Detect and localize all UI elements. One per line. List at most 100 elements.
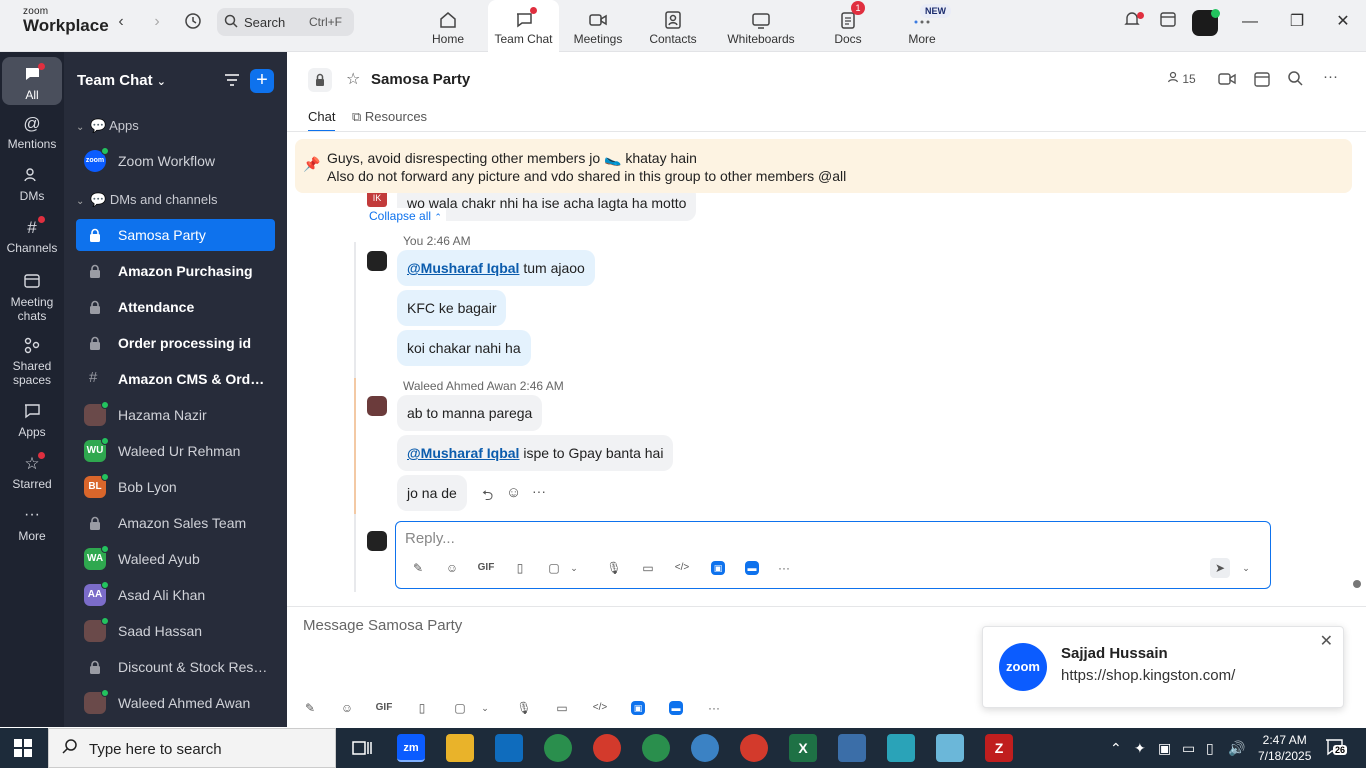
profile-avatar[interactable] [1190, 9, 1220, 36]
format-icon[interactable]: ✎ [300, 698, 320, 718]
filter-icon[interactable] [222, 70, 244, 92]
channel-item[interactable]: # Amazon CMS & Order... [76, 363, 275, 395]
send-icon[interactable]: ➤ [1210, 558, 1230, 578]
calendar-icon[interactable] [1253, 70, 1271, 93]
rail-mentions[interactable]: @ Mentions [2, 114, 62, 151]
emoji-react-icon[interactable]: ☺ [506, 484, 521, 501]
search-input[interactable]: Search Ctrl+F [217, 8, 354, 36]
chrome-icon[interactable] [740, 734, 768, 762]
battery-icon[interactable]: ▭ [1182, 740, 1195, 757]
channel-item[interactable]: WA Waleed Ayub [76, 543, 275, 575]
network-icon[interactable]: ▯ [1206, 740, 1214, 757]
channel-item[interactable]: Waleed Ahmed Awan [76, 687, 275, 719]
tray-security-icon[interactable]: ▣ [1158, 740, 1171, 757]
apps-section-header[interactable]: ⌄ 💬 Apps [76, 118, 139, 134]
chat-app-icon[interactable]: ▬ [669, 701, 683, 715]
code-icon[interactable]: </> [672, 558, 692, 578]
rail-apps[interactable]: Apps [2, 402, 62, 439]
taskbar-search-input[interactable]: Type here to search [48, 728, 336, 768]
gif-icon[interactable]: GIF [374, 698, 394, 718]
reply-input[interactable]: Reply... ✎ ☺ GIF ▯ ▢ ⌄ 🎙 ▭ </> ▣ ▬ ··· ➤… [395, 521, 1271, 589]
message-bubble[interactable]: jo na de [397, 475, 467, 511]
gif-icon[interactable]: GIF [476, 558, 496, 578]
rail-shared-spaces[interactable]: Shared spaces [2, 336, 62, 387]
dms-section-header[interactable]: ⌄ 💬 DMs and channels [76, 192, 217, 208]
zoom-app-icon[interactable]: zm [397, 734, 425, 762]
channel-item[interactable]: WU Waleed Ur Rehman [76, 435, 275, 467]
message-bubble[interactable]: @Musharaf Iqbal ispe to Gpay banta hai [397, 435, 674, 471]
notepad-icon[interactable] [936, 734, 964, 762]
clock[interactable]: 2:47 AM 7/18/2025 [1258, 732, 1311, 764]
outlook-icon[interactable] [495, 734, 523, 762]
notification-bell-icon[interactable] [1117, 10, 1147, 34]
rail-meeting-chats[interactable]: Meeting chats [2, 272, 62, 323]
avatar[interactable] [367, 251, 387, 271]
file-icon[interactable]: ▯ [510, 558, 530, 578]
channel-item[interactable]: Attendance [76, 291, 275, 323]
scroll-indicator[interactable] [1353, 580, 1361, 588]
close-button[interactable]: ✕ [1328, 10, 1358, 34]
chrome-icon[interactable] [642, 734, 670, 762]
notifications-icon[interactable]: 26 [1324, 737, 1348, 760]
chat-app-icon[interactable]: ▬ [745, 561, 759, 575]
tab-resources[interactable]: ⧉ Resources [352, 109, 427, 125]
task-view-icon[interactable] [348, 734, 376, 762]
calculator-icon[interactable] [838, 734, 866, 762]
tab-docs[interactable]: 1 Docs [818, 0, 878, 52]
chrome-icon[interactable] [544, 734, 572, 762]
tab-home[interactable]: Home [418, 0, 478, 52]
pinned-message[interactable]: 📌 Guys, avoid disrespecting other member… [295, 139, 1352, 193]
avatar[interactable] [367, 396, 387, 416]
chevron-up-icon[interactable]: ⌃ [1110, 740, 1122, 757]
more-actions-icon[interactable]: ··· [532, 483, 546, 499]
more-options-icon[interactable]: ··· [1323, 68, 1338, 85]
screenshot-icon[interactable]: ▢ [450, 698, 470, 718]
more-tools-icon[interactable]: ··· [704, 698, 724, 718]
mention-link[interactable]: @Musharaf Iqbal [407, 260, 519, 276]
chevron-down-icon[interactable]: ⌄ [475, 698, 495, 718]
file-explorer-icon[interactable] [446, 734, 474, 762]
rail-dms[interactable]: DMs [2, 166, 62, 203]
tab-meetings[interactable]: Meetings [568, 0, 628, 52]
star-icon[interactable]: ☆ [346, 69, 360, 89]
channel-item[interactable]: Amazon Purchasing [76, 255, 275, 287]
mention-link[interactable]: @Musharaf Iqbal [407, 445, 519, 461]
video-message-icon[interactable]: ▭ [638, 558, 658, 578]
channel-item[interactable]: AA Asad Ali Khan [76, 579, 275, 611]
more-tools-icon[interactable]: ··· [774, 558, 794, 578]
rail-all[interactable]: All [2, 57, 62, 105]
team-chat-header[interactable]: Team Chat ⌄ [77, 72, 166, 89]
members-button[interactable]: 15 [1167, 71, 1196, 86]
channel-item[interactable]: Saad Hassan [76, 615, 275, 647]
message-bubble[interactable]: KFC ke bagair [397, 290, 507, 326]
microphone-icon[interactable]: 🎙 [604, 558, 624, 578]
message-bubble[interactable]: koi chakar nahi ha [397, 330, 531, 366]
channel-item[interactable]: Discount & Stock Reser... [76, 651, 275, 683]
tab-chat[interactable]: Chat [308, 109, 336, 132]
collapse-all-link[interactable]: Collapse all ⌃ [365, 208, 446, 224]
channel-item[interactable]: Samosa Party [76, 219, 275, 251]
screenshot-icon[interactable]: ▢ [544, 558, 564, 578]
rail-channels[interactable]: # Channels [2, 216, 62, 255]
file-icon[interactable]: ▯ [412, 698, 432, 718]
minimize-button[interactable]: — [1235, 10, 1265, 34]
format-icon[interactable]: ✎ [408, 558, 428, 578]
video-call-icon[interactable] [1218, 71, 1236, 92]
app-item-zoom-workflow[interactable]: zoom Zoom Workflow [76, 145, 275, 177]
tab-more[interactable]: NEW More [892, 0, 952, 52]
emoji-icon[interactable]: ☺ [337, 698, 357, 718]
app-icon[interactable] [887, 734, 915, 762]
rail-starred[interactable]: ☆ Starred [2, 452, 62, 491]
new-chat-button[interactable]: + [250, 69, 274, 93]
video-message-icon[interactable]: ▭ [552, 698, 572, 718]
channel-item[interactable]: Hazama Nazir [76, 399, 275, 431]
chrome-icon[interactable] [691, 734, 719, 762]
filezilla-icon[interactable]: Z [985, 734, 1013, 762]
channel-item[interactable]: Amazon Sales Team [76, 507, 275, 539]
code-icon[interactable]: </> [590, 698, 610, 718]
tray-app-icon[interactable]: ✦ [1134, 740, 1146, 757]
channel-item[interactable]: Order processing id [76, 327, 275, 359]
app-icon[interactable]: ▣ [631, 701, 645, 715]
calendar-icon[interactable] [1153, 10, 1183, 34]
message-bubble[interactable]: @Musharaf Iqbal tum ajaoo [397, 250, 595, 286]
